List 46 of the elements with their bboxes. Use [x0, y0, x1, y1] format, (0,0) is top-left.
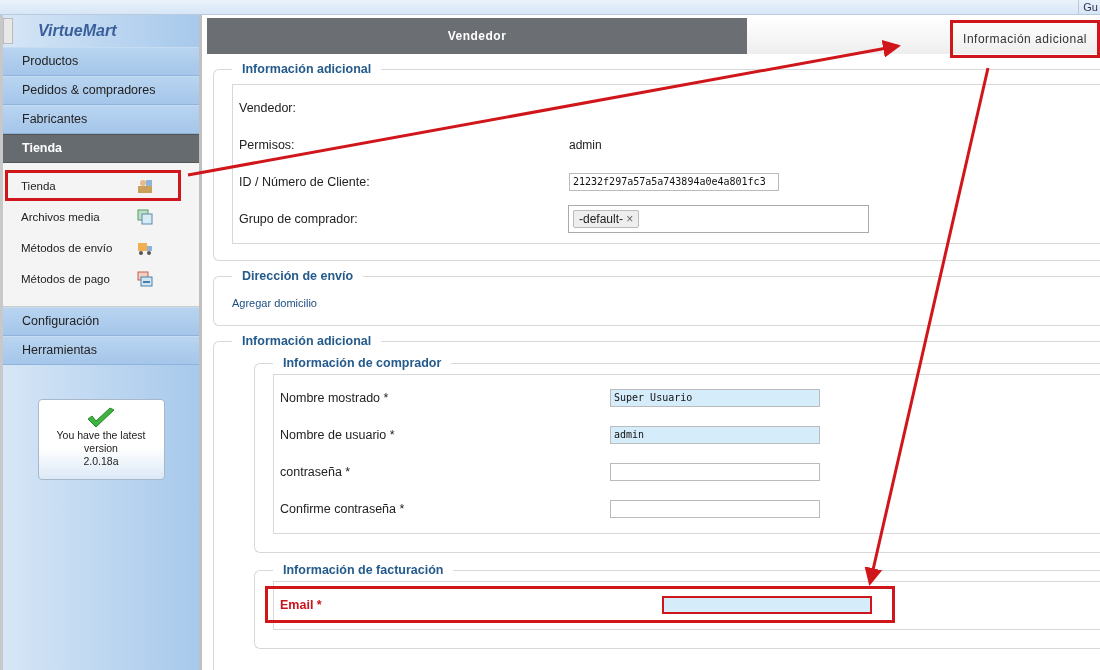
section-title: Información adicional — [241, 62, 373, 76]
version-text: You have the latest version — [55, 429, 147, 455]
section-title: Información de comprador — [282, 356, 443, 370]
text-field[interactable]: admin — [610, 425, 820, 444]
shop-owner-icon — [137, 177, 153, 194]
payment-form-icon — [137, 270, 153, 287]
menu-item[interactable]: Fabricantes — [3, 105, 199, 134]
submenu-item[interactable]: Archivos media — [5, 201, 181, 232]
field-label: Email * — [280, 597, 323, 612]
text-field[interactable] — [610, 462, 820, 481]
section-title: Información adicional — [241, 334, 373, 348]
field-label: Permisos: — [239, 137, 296, 152]
menu-item[interactable]: Herramientas — [3, 336, 199, 365]
text-field[interactable]: Super Usuario — [610, 388, 820, 407]
field-label: Nombre mostrado * — [280, 390, 390, 405]
toolbar-link[interactable]: Gu — [1078, 0, 1100, 14]
checkmark-icon — [86, 407, 116, 429]
submenu-item[interactable]: Métodos de envío — [5, 232, 181, 263]
text-field[interactable] — [662, 595, 872, 614]
field-label: Confirme contraseña * — [280, 501, 406, 516]
menu-item[interactable]: Productos — [3, 47, 199, 76]
tab[interactable]: Vendedor — [207, 18, 747, 54]
field-label: ID / Número de Cliente: — [239, 174, 371, 189]
menu-item[interactable]: Pedidos & compradores — [3, 76, 199, 105]
field-label: Nombre de usuario * — [280, 427, 396, 442]
menu-item[interactable]: Tienda — [3, 134, 199, 163]
submenu-item[interactable]: Métodos de pago — [5, 263, 181, 294]
media-files-icon — [137, 208, 153, 225]
field-label: Grupo de comprador: — [239, 211, 359, 226]
tab[interactable]: Información adicional — [950, 20, 1100, 58]
remove-tag-button[interactable]: × — [626, 211, 634, 226]
text-field[interactable]: 21232f297a57a5a743894a0e4a801fc3 — [569, 172, 779, 191]
field-label: contraseña * — [280, 464, 352, 479]
tag-chip: -default- × — [573, 209, 640, 228]
submenu-item[interactable]: Tienda — [5, 170, 181, 201]
text-field[interactable] — [610, 499, 820, 518]
logo: VirtueMart — [38, 22, 117, 40]
menu-item[interactable]: Configuración — [3, 307, 199, 336]
field-label: Vendedor: — [239, 100, 297, 115]
section-title: Información de facturación — [282, 563, 445, 577]
multi-select-field[interactable]: -default- × — [568, 204, 869, 233]
field-value: admin — [569, 137, 602, 152]
version-text: 2.0.18a — [83, 455, 119, 468]
add-address-link[interactable]: Agregar domicilio — [232, 297, 1100, 309]
collapse-handle[interactable] — [3, 18, 13, 44]
section-title: Dirección de envío — [241, 269, 355, 283]
